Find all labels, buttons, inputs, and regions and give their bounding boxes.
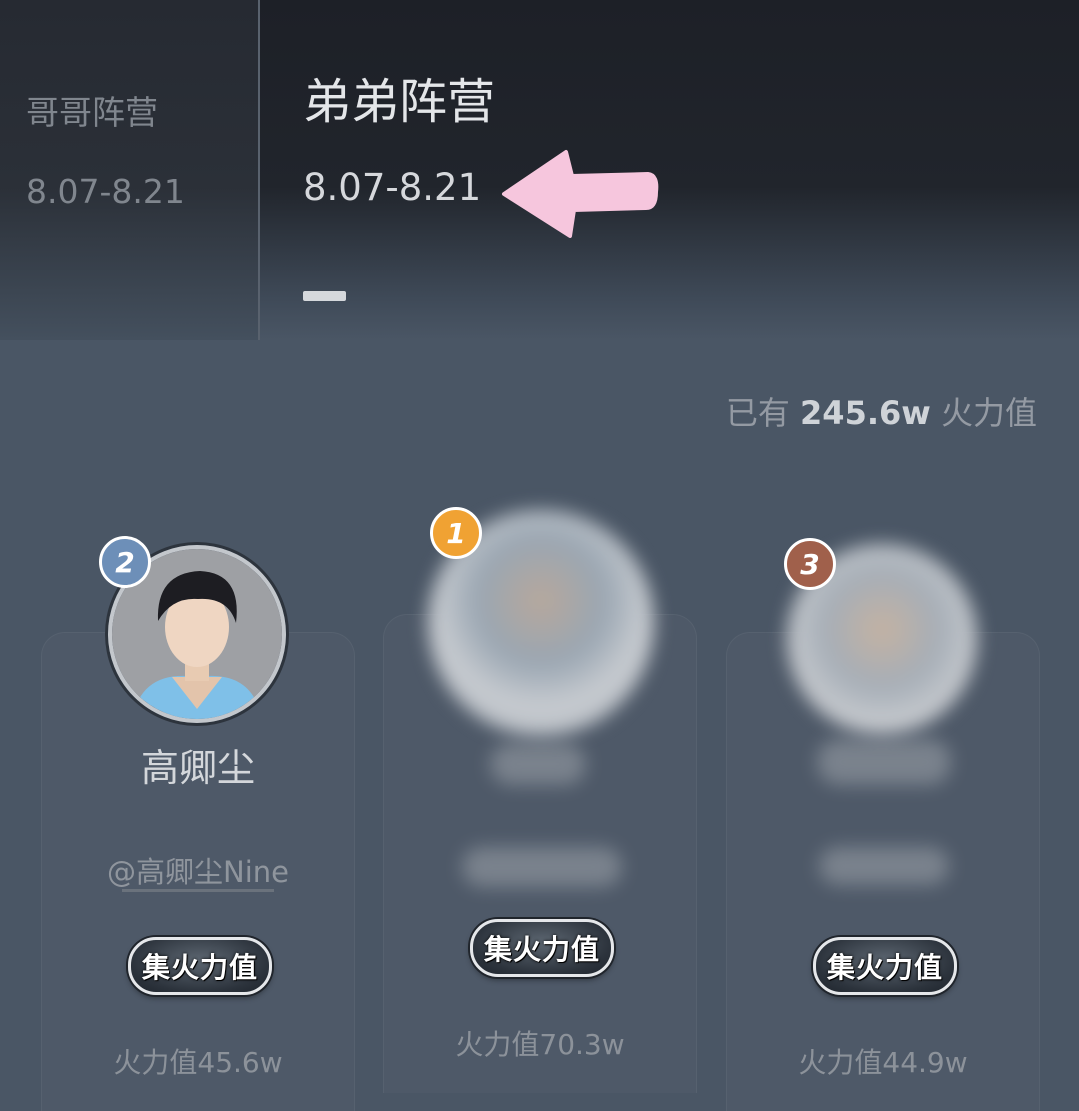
active-tab-indicator <box>303 291 346 301</box>
blurred-handle <box>819 847 949 885</box>
handle-underline <box>122 889 274 892</box>
total-suffix: 火力值 <box>940 394 1037 432</box>
contestant-name: 高卿尘 <box>140 746 255 790</box>
collect-fire-button[interactable]: 集火力值 <box>128 937 272 995</box>
total-fire-value: 已有 245.6w 火力值 <box>726 388 1037 434</box>
tab-younger-brother-camp-name: 弟弟阵营 <box>303 74 496 130</box>
contestant-handle[interactable]: @高卿尘Nine <box>42 849 354 891</box>
total-value: 245.6w <box>800 394 931 432</box>
rank-badge-1: 1 <box>430 507 482 559</box>
tab-brother-camp-name: 哥哥阵营 <box>26 93 158 132</box>
tab-brother-camp-dates: 8.07-8.21 <box>26 172 185 211</box>
fire-value: 火力值70.3w <box>455 1028 625 1061</box>
rank-badge-2: 2 <box>99 536 151 588</box>
collect-fire-button[interactable]: 集火力值 <box>470 919 614 977</box>
total-prefix: 已有 <box>725 394 790 432</box>
blurred-handle <box>462 847 622 887</box>
camp-tabs-header: 哥哥阵营 8.07-8.21 弟弟阵营 8.07-8.21 <box>0 0 1079 340</box>
tab-brother-camp[interactable]: 哥哥阵营 8.07-8.21 <box>0 0 258 340</box>
annotation-arrow-icon <box>502 150 659 238</box>
tab-younger-brother-camp-dates: 8.07-8.21 <box>303 166 482 209</box>
blurred-name <box>817 739 951 785</box>
rank-badge-3: 3 <box>784 538 836 590</box>
blurred-name <box>490 743 586 785</box>
fire-value: 火力值45.6w <box>113 1046 283 1079</box>
tab-divider <box>258 0 260 340</box>
collect-fire-button[interactable]: 集火力值 <box>813 937 957 995</box>
fire-value: 火力值44.9w <box>798 1046 968 1079</box>
